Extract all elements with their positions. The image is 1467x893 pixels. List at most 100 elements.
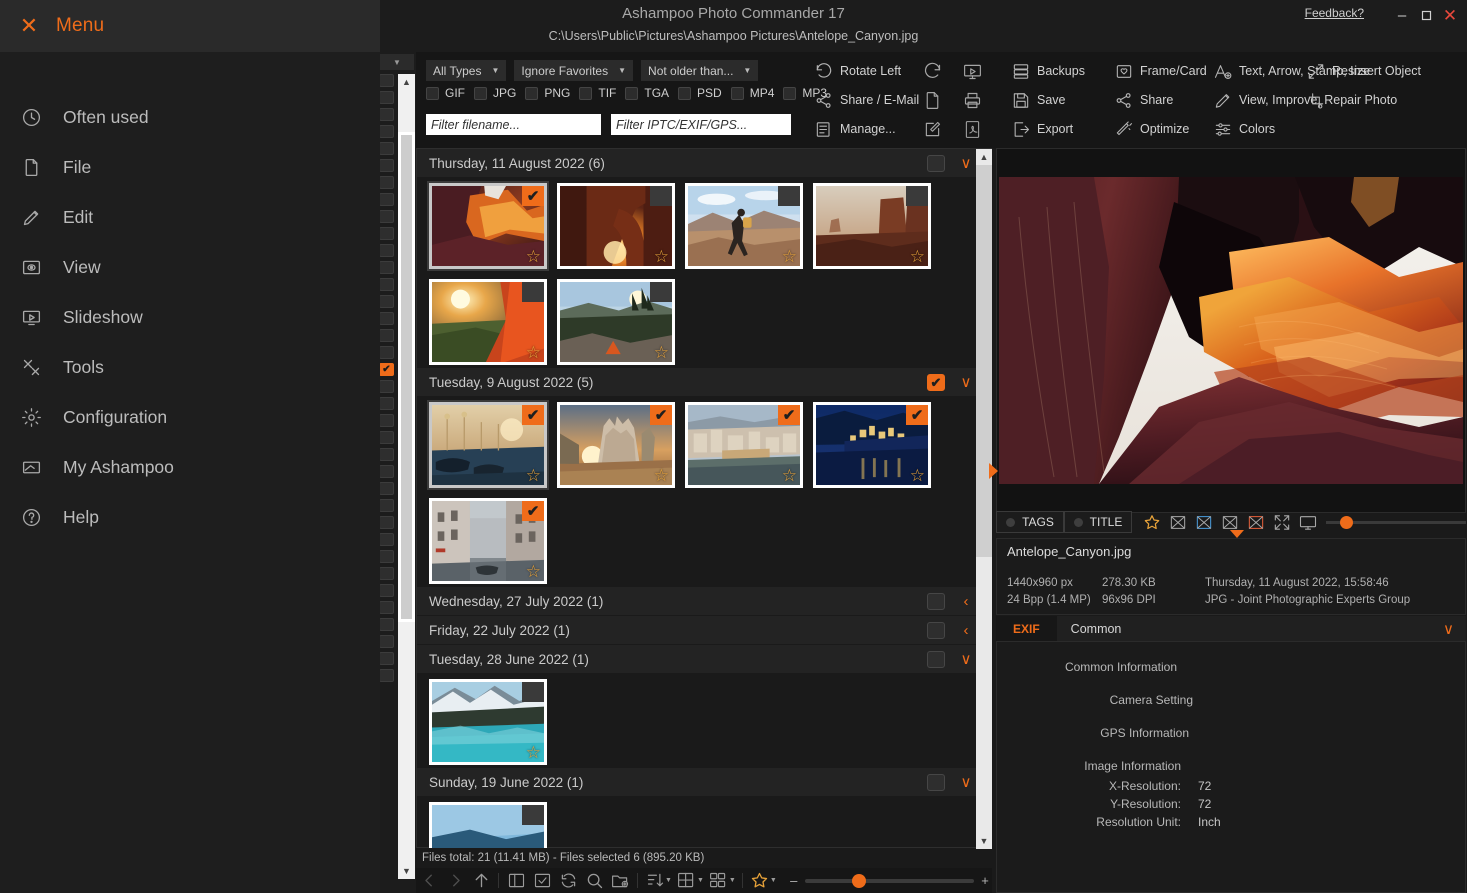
preview-zoom-thumb[interactable] xyxy=(1340,516,1353,529)
thumbnail-checkbox[interactable] xyxy=(650,282,672,302)
menu-item-tools[interactable]: Tools xyxy=(0,342,380,392)
tool-export[interactable]: Export xyxy=(1011,118,1115,140)
feedback-link[interactable]: Feedback? xyxy=(1305,6,1364,20)
filmstrip-checkbox[interactable] xyxy=(379,108,394,121)
date-group-header[interactable]: Tuesday, 9 August 2022 (5) ✔ ∨ xyxy=(417,368,991,397)
browser-scroll-down-icon[interactable]: ▼ xyxy=(976,833,992,849)
thumbnail-zoom-control[interactable]: – + xyxy=(787,873,992,888)
filetype-mp4[interactable]: MP4 xyxy=(731,86,775,100)
thumbnail-checkbox[interactable] xyxy=(906,186,928,206)
filmstrip-checkbox[interactable] xyxy=(379,414,394,427)
filetype-gif[interactable]: GIF xyxy=(426,86,465,100)
filmstrip-checkbox[interactable] xyxy=(379,431,394,444)
filmstrip-checkbox[interactable] xyxy=(379,278,394,291)
filmstrip-checkbox[interactable] xyxy=(379,499,394,512)
panel-toggle-icon[interactable] xyxy=(503,869,529,892)
filmstrip-checkbox[interactable] xyxy=(379,142,394,155)
refresh-icon[interactable] xyxy=(555,869,581,892)
preview-zoom-slider[interactable] xyxy=(1326,521,1466,524)
filmstrip-dropdown[interactable]: ▼ xyxy=(380,54,414,70)
rotate-right-icon[interactable] xyxy=(921,60,943,82)
favorite-star-icon[interactable]: ☆ xyxy=(654,248,669,265)
date-group-header[interactable]: Wednesday, 27 July 2022 (1) ‹ xyxy=(417,587,991,616)
group-collapse-chevron[interactable]: ‹ xyxy=(955,619,977,641)
browser-scrollbar-thumb[interactable] xyxy=(976,165,992,557)
thumbnail-checkbox[interactable] xyxy=(650,186,672,206)
filmstrip-scrollbar[interactable]: ▲ ▼ xyxy=(398,74,415,879)
group-select-checkbox[interactable] xyxy=(927,774,945,791)
checkbox-icon[interactable] xyxy=(783,87,796,100)
filmstrip-checkbox[interactable] xyxy=(379,533,394,546)
browser-scrollbar[interactable]: ▲ ▼ xyxy=(976,149,992,849)
tab-title[interactable]: TITLE xyxy=(1064,511,1132,533)
thumbnail-item[interactable]: ✔ ☆ xyxy=(429,498,547,584)
thumbnail-item[interactable]: ☆ xyxy=(557,279,675,365)
menu-item-configuration[interactable]: Configuration xyxy=(0,392,380,442)
filmstrip-checkbox[interactable] xyxy=(379,397,394,410)
group-collapse-chevron[interactable]: ∨ xyxy=(955,648,977,670)
favorite-star-icon[interactable]: ☆ xyxy=(526,248,541,265)
filmstrip-checkbox[interactable] xyxy=(379,295,394,308)
action-rotate-left[interactable]: Rotate Left xyxy=(814,60,919,82)
checkbox-icon[interactable] xyxy=(474,87,487,100)
checkbox-icon[interactable] xyxy=(678,87,691,100)
thumbnail-item[interactable]: ☆ xyxy=(813,183,931,269)
filmstrip-checkbox[interactable] xyxy=(379,635,394,648)
filmstrip-checkbox[interactable] xyxy=(379,516,394,529)
image-gray-icon[interactable] xyxy=(1220,512,1240,532)
group-select-checkbox[interactable] xyxy=(927,651,945,668)
scroll-down-icon[interactable]: ▼ xyxy=(398,863,415,879)
thumbnail-item[interactable]: ✔ ☆ xyxy=(813,402,931,488)
print-icon[interactable] xyxy=(961,89,983,111)
tool-colors[interactable]: Colors xyxy=(1213,118,1403,140)
presentation-icon[interactable] xyxy=(961,60,983,82)
zoom-thumb[interactable] xyxy=(852,874,866,888)
chevron-down-icon[interactable]: ▼ xyxy=(697,877,704,884)
menu-item-often-used[interactable]: Often used xyxy=(0,92,380,142)
checkbox-icon[interactable] xyxy=(579,87,592,100)
filmstrip-checkbox[interactable] xyxy=(379,448,394,461)
group-collapse-chevron[interactable]: ∨ xyxy=(955,371,977,393)
filmstrip-checkbox[interactable] xyxy=(379,652,394,665)
filmstrip-checkbox[interactable] xyxy=(379,601,394,614)
image-orange-icon[interactable] xyxy=(1246,512,1266,532)
thumbnail-item[interactable]: ☆ xyxy=(429,279,547,365)
thumbnail-checkbox[interactable]: ✔ xyxy=(906,405,928,425)
chevron-down-icon[interactable]: ▼ xyxy=(665,877,672,884)
close-button[interactable]: ✕ xyxy=(1437,4,1463,26)
thumbnail-checkbox[interactable]: ✔ xyxy=(522,501,544,521)
thumbnail-checkbox[interactable]: ✔ xyxy=(522,186,544,206)
group-collapse-chevron[interactable]: ∨ xyxy=(955,771,977,793)
filmstrip-checkbox[interactable] xyxy=(379,210,394,223)
filmstrip-checkbox[interactable] xyxy=(379,584,394,597)
menu-item-my-ashampoo[interactable]: My Ashampoo xyxy=(0,442,380,492)
pdf-icon[interactable] xyxy=(961,118,983,140)
date-group-header[interactable]: Tuesday, 28 June 2022 (1) ∨ xyxy=(417,645,991,674)
image-blue-icon[interactable] xyxy=(1194,512,1214,532)
filmstrip-checkbox[interactable] xyxy=(379,550,394,563)
new-file-icon[interactable] xyxy=(921,89,943,111)
image-fit-icon[interactable] xyxy=(1168,512,1188,532)
checkbox-icon[interactable] xyxy=(625,87,638,100)
dropdown-1[interactable]: Ignore Favorites ▼ xyxy=(514,60,633,81)
favorite-star-icon[interactable]: ☆ xyxy=(654,467,669,484)
thumbnail-checkbox[interactable] xyxy=(522,282,544,302)
filmstrip-checkbox[interactable] xyxy=(379,618,394,631)
monitor-icon[interactable] xyxy=(1298,512,1318,532)
tool-backups[interactable]: Backups xyxy=(1011,60,1115,82)
menu-item-file[interactable]: File xyxy=(0,142,380,192)
zoom-in-label[interactable]: + xyxy=(978,873,992,888)
exif-collapse-chevron[interactable]: ∨ xyxy=(1443,620,1454,638)
filmstrip-checkbox[interactable] xyxy=(379,91,394,104)
filmstrip-checkbox[interactable] xyxy=(379,244,394,257)
action-manage-[interactable]: Manage... xyxy=(814,118,919,140)
date-group-header[interactable]: Thursday, 11 August 2022 (6) ∨ xyxy=(417,149,991,178)
filmstrip-checkbox[interactable] xyxy=(379,74,394,87)
filmstrip-checkbox[interactable] xyxy=(379,312,394,325)
favorite-star-icon[interactable]: ☆ xyxy=(654,344,669,361)
filmstrip-checkbox[interactable] xyxy=(379,669,394,682)
filetype-jpg[interactable]: JPG xyxy=(474,86,516,100)
menu-item-edit[interactable]: Edit xyxy=(0,192,380,242)
menu-item-view[interactable]: View xyxy=(0,242,380,292)
filmstrip-checkbox[interactable] xyxy=(379,567,394,580)
